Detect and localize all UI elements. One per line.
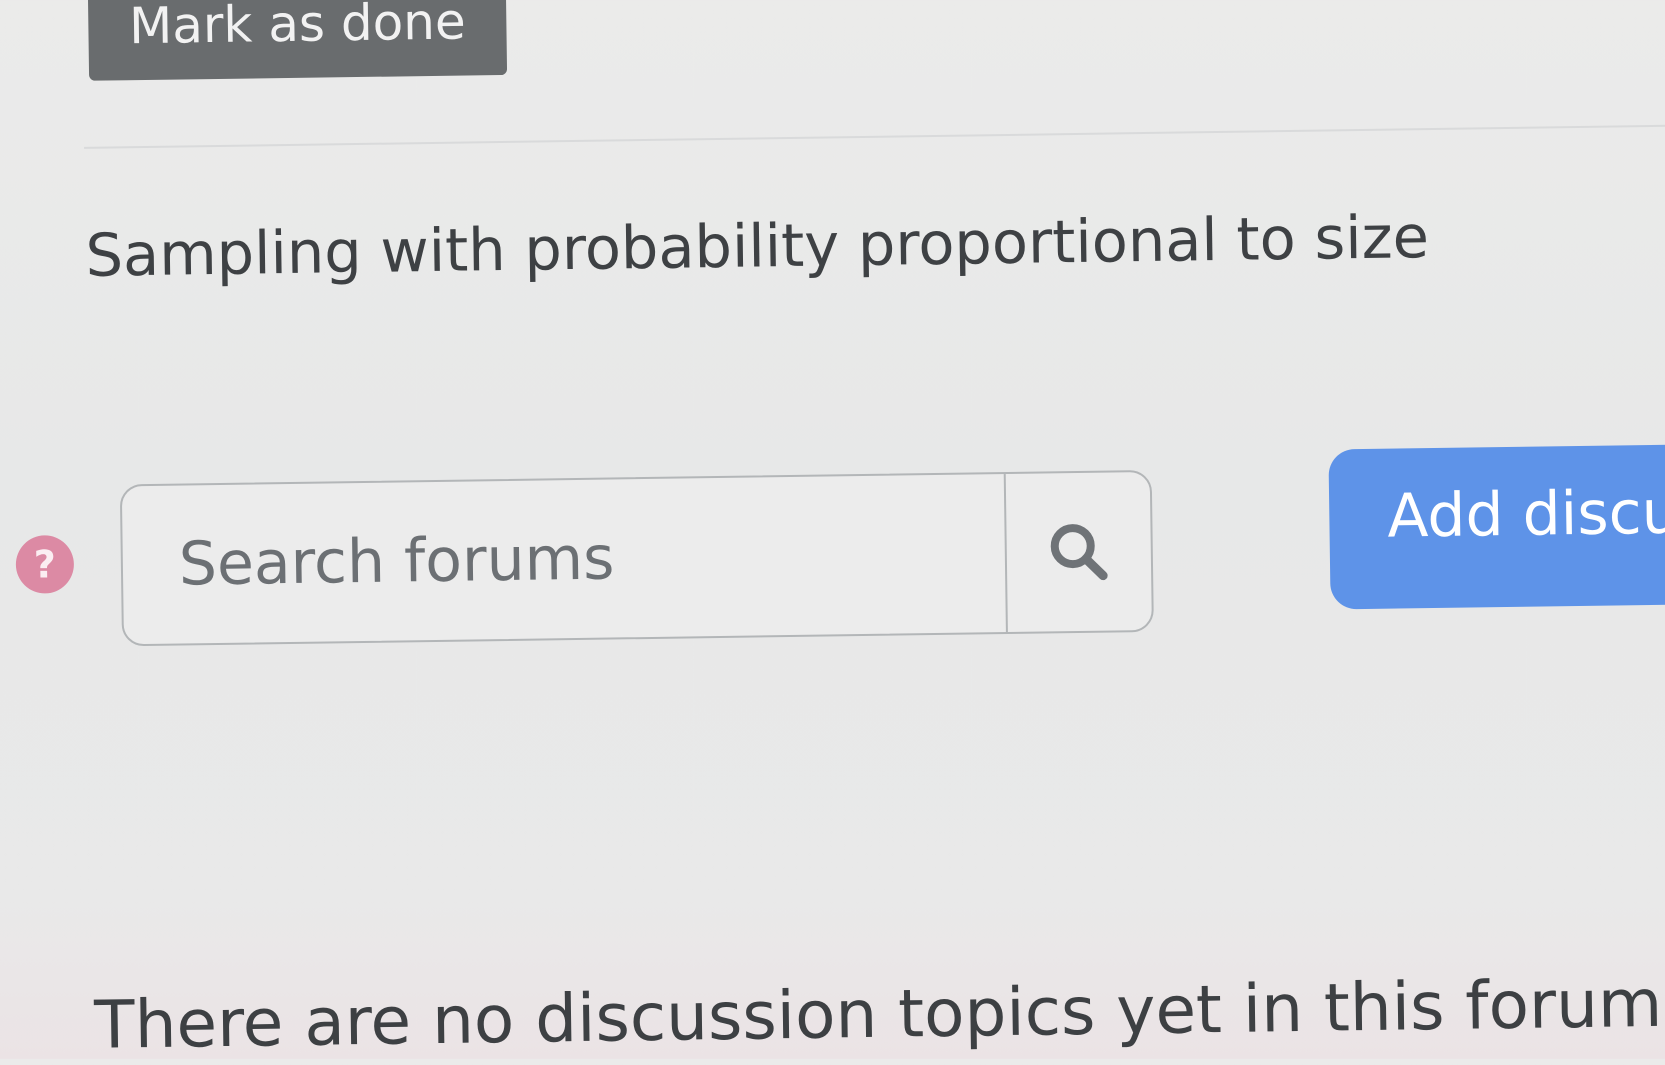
search-icon	[1050, 524, 1108, 581]
help-icon[interactable]: ?	[15, 535, 75, 594]
empty-forum-message: There are no discussion topics yet in th…	[93, 964, 1663, 1064]
search-button[interactable]	[1003, 471, 1152, 633]
search-forums-input[interactable]	[121, 474, 1006, 645]
forum-page: Mark as done Sampling with probability p…	[0, 0, 1665, 1064]
add-discussion-button[interactable]: Add discu	[1328, 443, 1665, 610]
add-discussion-label: Add discu	[1386, 477, 1665, 552]
mark-as-done-label: Mark as done	[128, 0, 467, 56]
page-title: Sampling with probability proportional t…	[85, 202, 1430, 290]
mark-as-done-button[interactable]: Mark as done	[87, 0, 508, 81]
section-divider	[84, 124, 1665, 149]
search-forums-group	[119, 469, 1154, 647]
